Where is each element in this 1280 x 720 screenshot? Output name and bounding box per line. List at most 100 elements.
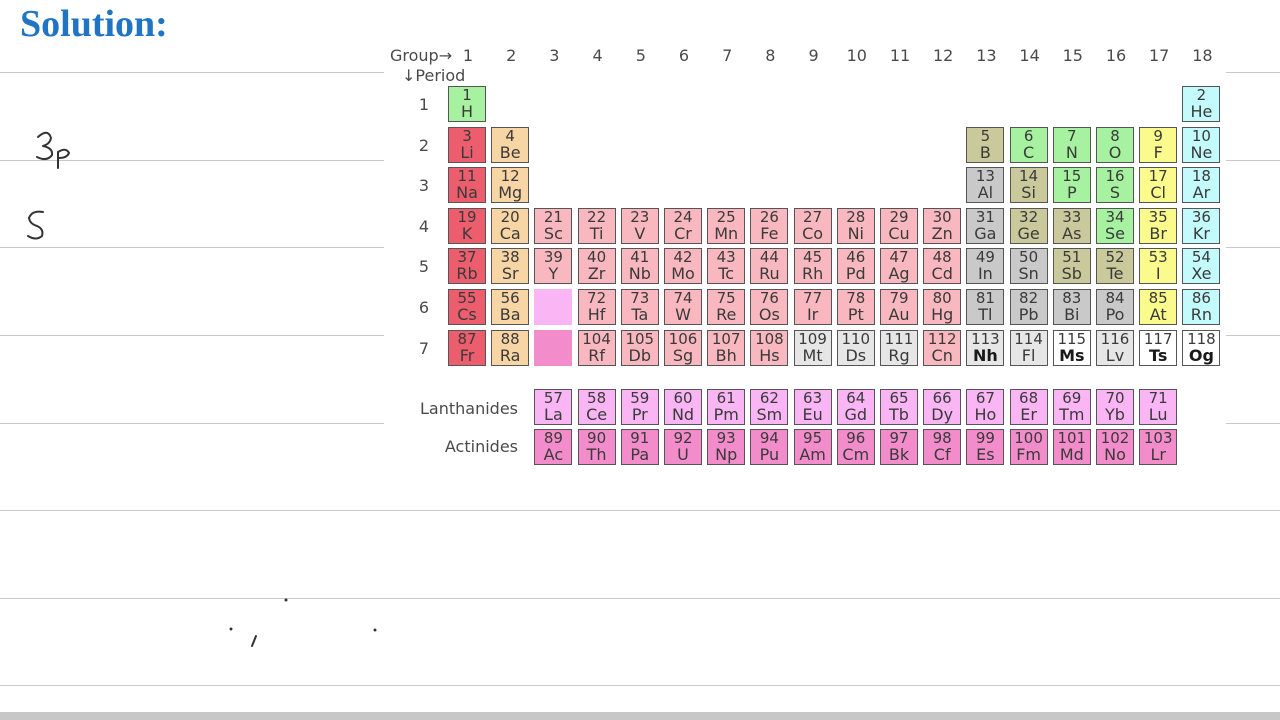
element-symbol: Ir <box>806 305 819 324</box>
element-cell-b: 5B <box>966 126 1005 163</box>
element-cell-ne: 10 Ne <box>1182 126 1221 163</box>
element-cell-v: 23 V <box>620 207 659 244</box>
group-number: 16 <box>1105 46 1127 65</box>
group-number: 7 <box>722 46 733 65</box>
group-number: 14 <box>1019 46 1040 65</box>
element-symbol: Cf <box>933 445 951 464</box>
atomic-number: 28 <box>846 207 866 226</box>
element-symbol: Ag <box>888 264 910 284</box>
element-symbol: Mt <box>802 345 823 365</box>
atomic-number: 22 <box>587 207 607 226</box>
element-symbol: Rh <box>801 264 824 284</box>
element-symbol: Tl <box>978 305 993 324</box>
atomic-number: 27 <box>803 207 823 226</box>
element-cell-og: 118 Og <box>1182 329 1221 366</box>
element-cell-ts: 117 Ts <box>1139 329 1178 366</box>
element-cell-md: 101 Md <box>1052 429 1091 465</box>
element-symbol: Lr <box>1150 445 1166 464</box>
element-symbol: Hs <box>759 345 780 365</box>
atomic-number: 105 <box>625 329 655 348</box>
element-symbol: Na <box>456 183 478 203</box>
element-symbol: Xe <box>1191 264 1212 284</box>
atomic-number: 72 <box>587 289 607 307</box>
element-symbol: Ti <box>589 223 604 243</box>
element-symbol: Pd <box>845 264 866 284</box>
element-symbol: F <box>1153 142 1163 162</box>
atomic-number: 36 <box>1191 207 1211 226</box>
atomic-number: 15 <box>1062 167 1082 186</box>
atomic-number: 110 <box>841 329 871 348</box>
atomic-number: 52 <box>1105 248 1125 267</box>
atomic-number: 11 <box>457 167 477 186</box>
element-cell-si: 14 Si <box>1009 167 1048 204</box>
element-cell-sr: 38 Sr <box>491 248 530 285</box>
handwritten-notes <box>27 131 377 647</box>
element-cell-er: 68 Er <box>1009 389 1048 425</box>
element-cell-kr: 36 Kr <box>1182 207 1221 244</box>
element-symbol: C <box>1023 142 1035 162</box>
group-axis-label: Group→ <box>390 46 453 65</box>
element-cell-rf: 104 Rf <box>577 329 616 366</box>
element-cell-mt: 109 Mt <box>793 329 832 366</box>
element-symbol: Fl <box>1021 345 1036 365</box>
element-symbol: Zr <box>587 264 606 284</box>
element-cell-nh: 113 Nh <box>966 329 1005 366</box>
element-cell-br: 35 Br <box>1139 207 1178 244</box>
element-symbol: Ta <box>631 305 649 324</box>
atomic-number: 40 <box>587 248 607 267</box>
atomic-number: 70 <box>1105 389 1125 407</box>
element-symbol: Nd <box>671 405 695 424</box>
element-cell-bi: 83 Bi <box>1052 289 1091 325</box>
atomic-number: 112 <box>927 329 957 348</box>
element-symbol: Sg <box>672 345 694 365</box>
element-cell-pu: 94 Pu <box>750 429 789 465</box>
atomic-number: 51 <box>1062 248 1082 267</box>
element-cell-c: 6C <box>1009 126 1048 163</box>
element-symbol: Te <box>1106 264 1124 284</box>
atomic-number: 97 <box>889 429 909 447</box>
group-number: 18 <box>1192 46 1213 65</box>
element-cell-w: 74 W <box>664 289 702 325</box>
atomic-number: 45 <box>803 248 823 267</box>
group-number: 1 <box>462 46 474 65</box>
element-symbol: Os <box>758 305 780 324</box>
element-cell-ds: 110 Ds <box>836 329 875 366</box>
element-cell-nd: 60 Nd <box>664 389 702 425</box>
element-cell-pd: 46 Pd <box>836 248 875 285</box>
element-cell-i: 53 I <box>1139 248 1178 285</box>
atomic-number: 82 <box>1019 289 1039 307</box>
element-cell-rg: 111 Rg <box>880 329 918 366</box>
group-number: 4 <box>592 46 603 65</box>
element-symbol: Rf <box>588 345 605 365</box>
atomic-number: 6 <box>1023 126 1034 145</box>
element-cell-ce: 58 Ce <box>577 389 616 425</box>
atomic-number: 30 <box>932 207 952 226</box>
element-cell-bk: 97 Bk <box>880 429 918 465</box>
element-symbol: Be <box>499 142 521 162</box>
atomic-number: 56 <box>500 289 520 307</box>
element-cell-rb: 37 Rb <box>448 248 486 285</box>
atomic-number: 84 <box>1105 289 1125 307</box>
element-cell-f: 9F <box>1139 126 1178 163</box>
atomic-number: 86 <box>1191 289 1211 307</box>
element-symbol: Fe <box>760 223 779 243</box>
element-cell-eu: 63 Eu <box>793 389 832 425</box>
element-cell-lr: 103 Lr <box>1139 429 1178 465</box>
atomic-number: 107 <box>711 329 741 348</box>
element-cell-es: 99 Es <box>966 429 1005 465</box>
atomic-number: 10 <box>1191 126 1211 145</box>
element-symbol: Mg <box>498 183 523 203</box>
atomic-number: 69 <box>1062 389 1082 407</box>
element-cell-cn: 112 Cn <box>923 329 962 366</box>
element-cell-u: 92 U <box>664 429 702 465</box>
element-cell-pa: 91 Pa <box>620 429 659 465</box>
element-symbol: Nh <box>973 345 998 365</box>
atomic-number: 47 <box>889 248 909 267</box>
atomic-number: 76 <box>759 289 779 307</box>
group-number: 17 <box>1149 46 1170 65</box>
element-cell-tm: 69 Tm <box>1052 389 1091 425</box>
atomic-number: 65 <box>889 389 909 407</box>
element-symbol: Cd <box>931 264 953 284</box>
element-symbol: Tc <box>718 264 735 284</box>
atomic-number: 59 <box>630 389 650 407</box>
